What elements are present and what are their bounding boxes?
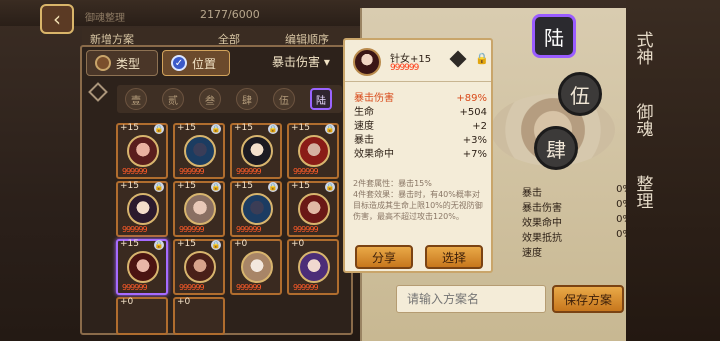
plan-name-input[interactable] — [396, 285, 546, 313]
slot-5[interactable]: 伍 — [273, 88, 295, 110]
soul-portrait — [184, 135, 216, 167]
tooltip-header: 针女+15 999999 🔒 — [345, 40, 491, 82]
soul-portrait — [298, 193, 330, 225]
filter-hex-icon[interactable] — [88, 82, 108, 102]
soul-counter: 2177/6000 — [200, 8, 260, 21]
lock-icon: 🔒 — [325, 124, 335, 134]
soul-portrait — [241, 135, 273, 167]
top-label: 御魂整理 — [85, 13, 125, 24]
stat-sub: 效果命中 +7% — [354, 149, 487, 160]
slot-orb-5[interactable]: 伍 — [558, 72, 602, 116]
soul-portrait — [127, 135, 159, 167]
vertical-tab-shishen[interactable]: 式神 — [628, 18, 658, 78]
lock-icon: 🔒 — [268, 124, 278, 134]
lock-icon: 🔒 — [211, 124, 221, 134]
soul-card[interactable]: +15 🔒 999999 — [116, 181, 168, 237]
soul-list-panel: 类型 ✓ 位置 暴击伤害 ▾ 壹 贰 叁 肆 伍 陆 +15 🔒 999999 +15… — [80, 45, 353, 335]
stat-row: 暴击 0% — [522, 184, 632, 199]
stat-row: 暴击伤害 0% — [522, 199, 632, 214]
vertical-tab-zhengli[interactable]: 整理 — [628, 162, 658, 222]
lock-icon: 🔒 — [211, 240, 221, 250]
tooltip-stars: 999999 — [390, 63, 419, 73]
vertical-tab-yuhun[interactable]: 御魂 — [628, 90, 658, 150]
soul-card[interactable]: +15 🔒 999999 — [287, 123, 339, 179]
soul-card[interactable]: +15 🔒 999999 — [230, 123, 282, 179]
select-button[interactable]: 选择 — [425, 245, 483, 269]
stat-row: 速度0 — [522, 244, 632, 259]
soul-portrait — [184, 193, 216, 225]
lock-icon[interactable]: 🔒 — [475, 52, 489, 65]
stat-sub: 生命 +504 — [354, 107, 487, 118]
lock-icon: 🔒 — [154, 240, 164, 250]
check-icon: ✓ — [171, 55, 187, 71]
position-type-icon — [449, 50, 467, 68]
lock-icon: 🔒 — [268, 182, 278, 192]
stat-sub: 速度 +2 — [354, 121, 487, 132]
soul-card[interactable]: +0 — [116, 297, 168, 335]
soul-portrait — [241, 193, 273, 225]
plan-stats: 暴击0% 暴击伤害0% 效果命中0% 效果抵抗0% 速度0 — [522, 184, 632, 259]
slot-2[interactable]: 贰 — [162, 88, 184, 110]
soul-card[interactable]: +15 🔒 999999 — [173, 239, 225, 295]
soul-card[interactable]: +15 🔒 999999 — [116, 123, 168, 179]
slot-3[interactable]: 叁 — [199, 88, 221, 110]
back-arrow-icon: ‹ — [53, 7, 61, 31]
stat-sub: 暴击 +3% — [354, 135, 487, 146]
stat-row: 效果命中 0% — [522, 214, 632, 229]
save-plan-button[interactable]: 保存方案 — [552, 285, 624, 313]
soul-tooltip: 针女+15 999999 🔒 暴击伤害 +89% 生命 +504 速度 +2 暴击 +3… — [343, 38, 493, 273]
soul-portrait — [127, 251, 159, 283]
tooltip-avatar — [353, 48, 381, 76]
soul-portrait — [127, 193, 159, 225]
sort-dropdown[interactable]: 暴击伤害 ▾ — [272, 53, 330, 70]
soul-card[interactable]: +0 999999 — [287, 239, 339, 295]
soul-portrait — [298, 135, 330, 167]
slot-1[interactable]: 壹 — [125, 88, 147, 110]
stat-row: 效果抵抗 0% — [522, 229, 632, 244]
type-toggle[interactable]: 类型 — [86, 50, 158, 76]
slot-6[interactable]: 陆 — [310, 88, 332, 110]
share-button[interactable]: 分享 — [355, 245, 413, 269]
soul-card[interactable]: +15 🔒 999999 — [230, 181, 282, 237]
chevron-down-icon: ▾ — [323, 55, 330, 69]
lock-icon: 🔒 — [325, 182, 335, 192]
position-slots: 壹 贰 叁 肆 伍 陆 — [117, 85, 342, 113]
soul-card[interactable]: +15 🔒 999999 — [173, 123, 225, 179]
soul-card[interactable]: +0 999999 — [230, 239, 282, 295]
tooltip-stats: 暴击伤害 +89% 生命 +504 速度 +2 暴击 +3% 效果命中 +7% — [354, 92, 487, 162]
soul-card[interactable]: +15 🔒 999999 — [173, 181, 225, 237]
lock-icon: 🔒 — [154, 182, 164, 192]
slot-4[interactable]: 肆 — [236, 88, 258, 110]
soul-card[interactable]: +15 🔒 999999 — [287, 181, 339, 237]
radio-icon — [95, 55, 111, 71]
soul-card[interactable]: +0 — [173, 297, 225, 335]
soul-portrait — [184, 251, 216, 283]
position-toggle[interactable]: ✓ 位置 — [162, 50, 230, 76]
lock-icon: 🔒 — [154, 124, 164, 134]
slot-orb-6[interactable]: 陆 — [532, 14, 576, 58]
soul-portrait — [241, 251, 273, 283]
soul-card-selected[interactable]: +15 🔒 999999 — [116, 239, 168, 295]
slot-orb-4[interactable]: 肆 — [534, 126, 578, 170]
set-description: 2件套属性：暴击15% 4件套效果：暴击时，有40%概率对目标造成其生命上限10… — [353, 179, 483, 221]
soul-portrait — [298, 251, 330, 283]
stat-main: 暴击伤害 +89% — [354, 93, 487, 104]
soul-grid: +15 🔒 999999 +15 🔒 999999 +15 🔒 999999 +15 🔒 999… — [116, 123, 350, 337]
lock-icon: 🔒 — [211, 182, 221, 192]
back-button[interactable]: ‹ — [40, 4, 74, 34]
